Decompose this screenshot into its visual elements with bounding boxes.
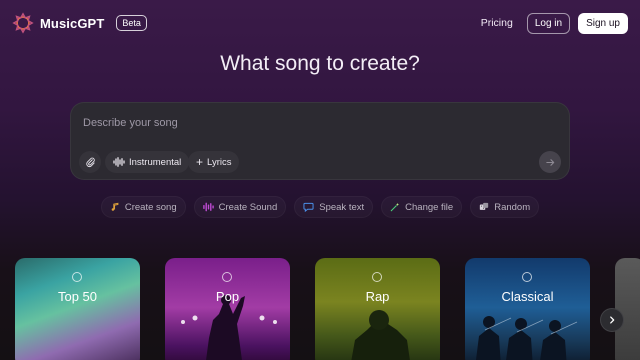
page-title: What song to create? <box>220 52 420 75</box>
create-song-button[interactable]: Create song <box>100 196 186 218</box>
pricing-link[interactable]: Pricing <box>481 17 513 29</box>
create-sound-button[interactable]: Create Sound <box>193 196 287 218</box>
speak-text-label: Speak text <box>319 201 365 213</box>
play-indicator-icon <box>522 272 532 282</box>
create-sound-label: Create Sound <box>218 201 278 213</box>
genre-label: Classical <box>501 289 554 304</box>
dice-icon <box>480 202 489 210</box>
genre-card-classical[interactable]: Classical <box>465 258 590 360</box>
brand-name: MusicGPT <box>40 15 105 31</box>
paperclip-icon <box>85 157 95 167</box>
genre-card-rap[interactable]: Rap <box>315 258 440 360</box>
play-indicator-icon <box>72 272 82 282</box>
chevron-right-icon <box>610 316 615 324</box>
genre-card-partial[interactable] <box>615 258 640 360</box>
play-indicator-icon <box>222 272 232 282</box>
nav-actions: Pricing Log in Sign up <box>481 12 628 34</box>
soundwave-icon <box>202 202 214 212</box>
prompt-box: Describe your song Instrumental + Lyrics <box>70 102 570 180</box>
soundwave-icon <box>113 157 125 167</box>
quick-actions: Create song Create Sound Speak text Chan… <box>0 196 640 218</box>
genre-card-pop[interactable]: Pop <box>165 258 290 360</box>
song-description-input[interactable]: Describe your song <box>83 117 178 129</box>
create-song-label: Create song <box>124 201 177 213</box>
top-nav: MusicGPT Beta Pricing Log in Sign up <box>0 0 640 46</box>
plus-icon: + <box>196 155 204 169</box>
magic-wand-icon <box>390 202 400 212</box>
speak-text-button[interactable]: Speak text <box>294 196 374 218</box>
genre-label: Rap <box>365 289 390 304</box>
logo[interactable]: MusicGPT Beta <box>12 12 147 34</box>
login-button[interactable]: Log in <box>526 12 571 34</box>
music-note-icon <box>111 202 119 211</box>
arrow-right-icon <box>545 158 554 166</box>
lyrics-label: Lyrics <box>207 156 232 168</box>
lyrics-button[interactable]: + Lyrics <box>188 151 240 173</box>
instrumental-label: Instrumental <box>129 156 182 168</box>
genre-carousel: Top 50 Pop Rap Classical <box>0 258 640 360</box>
genre-label: Pop <box>215 289 240 304</box>
change-file-button[interactable]: Change file <box>381 196 463 218</box>
signup-button[interactable]: Sign up <box>578 12 628 34</box>
play-indicator-icon <box>372 272 382 282</box>
attach-button[interactable] <box>79 151 101 173</box>
instrumental-toggle[interactable]: Instrumental <box>105 151 190 173</box>
submit-button[interactable] <box>539 151 561 173</box>
beta-badge: Beta <box>116 15 147 31</box>
genre-card-top-50[interactable]: Top 50 <box>15 258 140 360</box>
carousel-next-button[interactable] <box>600 308 624 332</box>
musicgpt-logo-icon <box>12 12 34 34</box>
genre-label: Top 50 <box>57 289 98 304</box>
speech-bubble-icon <box>303 202 314 212</box>
change-file-label: Change file <box>405 201 454 213</box>
random-label: Random <box>494 201 531 213</box>
random-button[interactable]: Random <box>470 196 540 218</box>
